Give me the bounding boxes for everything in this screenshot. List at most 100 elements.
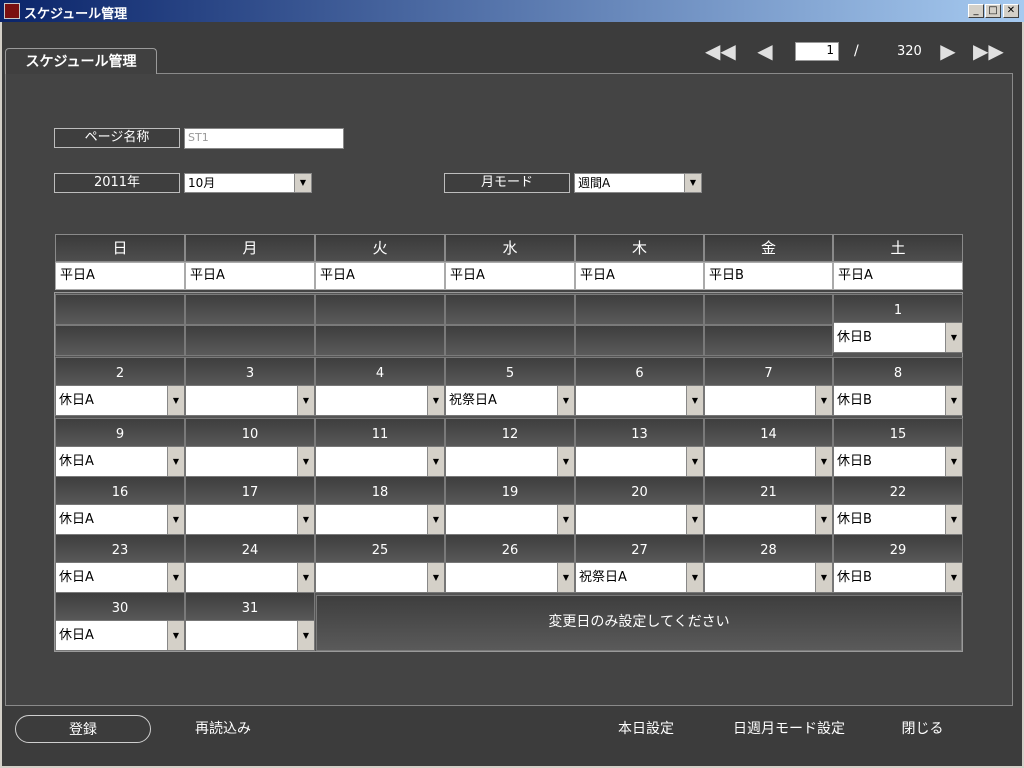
day-number: 4 (315, 357, 445, 388)
chevron-down-icon[interactable]: ▼ (945, 386, 962, 415)
day-schedule-select[interactable]: ▼ (575, 504, 704, 535)
mode-setting-button[interactable]: 日週月モード設定 (722, 715, 856, 743)
chevron-down-icon[interactable]: ▼ (686, 563, 703, 592)
chevron-down-icon[interactable]: ▼ (945, 505, 962, 534)
today-setting-button[interactable]: 本日設定 (606, 715, 686, 743)
chevron-down-icon[interactable]: ▼ (427, 505, 444, 534)
day-schedule-value: 休日A (59, 393, 94, 408)
chevron-down-icon[interactable]: ▼ (297, 505, 314, 534)
chevron-down-icon[interactable]: ▼ (427, 386, 444, 415)
chevron-down-icon[interactable]: ▼ (945, 563, 962, 592)
day-schedule-select[interactable]: ▼ (315, 504, 445, 535)
chevron-down-icon[interactable]: ▼ (427, 563, 444, 592)
title-bar: スケジュール管理 _ □ ✕ (0, 0, 1024, 22)
day-schedule-value: 休日B (837, 570, 872, 585)
chevron-down-icon[interactable]: ▼ (815, 505, 832, 534)
window-title: スケジュール管理 (24, 7, 128, 22)
month-select[interactable]: 10月 ▼ (184, 173, 312, 193)
chevron-down-icon[interactable]: ▼ (557, 563, 574, 592)
day-schedule-value: 休日A (59, 628, 94, 643)
chevron-down-icon[interactable]: ▼ (557, 386, 574, 415)
tab-schedule[interactable]: スケジュール管理 (5, 48, 157, 74)
chevron-down-icon[interactable]: ▼ (427, 447, 444, 476)
day-schedule-select[interactable]: 休日A ▼ (55, 620, 185, 651)
chevron-down-icon[interactable]: ▼ (297, 621, 314, 650)
day-schedule-select[interactable]: 休日A ▼ (55, 385, 185, 416)
close-window-button[interactable]: ✕ (1003, 4, 1019, 18)
day-schedule-select[interactable]: 休日B ▼ (833, 446, 963, 477)
chevron-down-icon[interactable]: ▼ (167, 621, 184, 650)
weekday-header-0: 日 (55, 234, 185, 262)
day-number: 5 (445, 357, 575, 388)
minimize-button[interactable]: _ (968, 4, 984, 18)
weekday-header-6: 土 (833, 234, 963, 262)
chevron-down-icon[interactable]: ▼ (815, 563, 832, 592)
day-schedule-select[interactable]: 休日A ▼ (55, 504, 185, 535)
day-schedule-select[interactable]: ▼ (185, 446, 315, 477)
register-button[interactable]: 登録 (15, 715, 151, 743)
chevron-down-icon[interactable]: ▼ (815, 386, 832, 415)
day-schedule-select[interactable]: ▼ (315, 446, 445, 477)
chevron-down-icon[interactable]: ▼ (167, 563, 184, 592)
day-schedule-select[interactable]: ▼ (315, 385, 445, 416)
chevron-down-icon[interactable]: ▼ (686, 447, 703, 476)
day-schedule-select[interactable]: ▼ (575, 385, 704, 416)
chevron-down-icon[interactable]: ▼ (945, 323, 962, 352)
app-icon (4, 3, 20, 19)
day-number: 12 (445, 418, 575, 449)
day-schedule-select[interactable]: 休日B ▼ (833, 322, 963, 353)
prev-page-icon[interactable]: ◀ (752, 40, 778, 62)
reload-button[interactable]: 再読込み (183, 715, 263, 743)
chevron-down-icon[interactable]: ▼ (297, 563, 314, 592)
chevron-down-icon[interactable]: ▼ (167, 447, 184, 476)
day-schedule-select[interactable]: 休日B ▼ (833, 562, 963, 593)
chevron-down-icon[interactable]: ▼ (294, 174, 311, 192)
day-schedule-select[interactable]: 休日A ▼ (55, 562, 185, 593)
day-schedule-select[interactable]: 祝祭日A ▼ (575, 562, 704, 593)
next-page-icon[interactable]: ▶ (935, 40, 961, 62)
page-name-field[interactable]: ST1 (184, 128, 344, 149)
day-schedule-select[interactable]: ▼ (185, 562, 315, 593)
day-schedule-select[interactable]: ▼ (185, 504, 315, 535)
day-number: 25 (315, 534, 445, 565)
chevron-down-icon[interactable]: ▼ (557, 505, 574, 534)
day-schedule-value: 休日A (59, 570, 94, 585)
day-schedule-select[interactable]: ▼ (575, 446, 704, 477)
day-schedule-select[interactable]: 休日B ▼ (833, 504, 963, 535)
day-schedule-select[interactable]: ▼ (704, 562, 833, 593)
day-schedule-value: 休日B (837, 454, 872, 469)
day-schedule-select[interactable]: ▼ (445, 562, 575, 593)
chevron-down-icon[interactable]: ▼ (167, 386, 184, 415)
chevron-down-icon[interactable]: ▼ (297, 386, 314, 415)
calendar-empty-cell (445, 294, 575, 325)
day-schedule-value: 休日B (837, 393, 872, 408)
day-schedule-select[interactable]: ▼ (704, 385, 833, 416)
weekday-default-0: 平日A (55, 262, 185, 290)
close-button[interactable]: 閉じる (885, 715, 960, 743)
chevron-down-icon[interactable]: ▼ (686, 505, 703, 534)
day-schedule-select[interactable]: ▼ (445, 446, 575, 477)
day-schedule-select[interactable]: 休日A ▼ (55, 446, 185, 477)
day-schedule-select[interactable]: ▼ (445, 504, 575, 535)
day-schedule-select[interactable]: 祝祭日A ▼ (445, 385, 575, 416)
chevron-down-icon[interactable]: ▼ (945, 447, 962, 476)
chevron-down-icon[interactable]: ▼ (167, 505, 184, 534)
chevron-down-icon[interactable]: ▼ (557, 447, 574, 476)
chevron-down-icon[interactable]: ▼ (297, 447, 314, 476)
chevron-down-icon[interactable]: ▼ (815, 447, 832, 476)
chevron-down-icon[interactable]: ▼ (684, 174, 701, 192)
day-schedule-select[interactable]: ▼ (185, 385, 315, 416)
mode-select[interactable]: 週間A ▼ (574, 173, 702, 193)
day-schedule-select[interactable]: ▼ (315, 562, 445, 593)
last-page-icon[interactable]: ▶▶ (973, 40, 1004, 62)
day-number: 30 (55, 592, 185, 623)
day-schedule-select[interactable]: 休日B ▼ (833, 385, 963, 416)
page-number-input[interactable]: 1 (795, 42, 839, 61)
day-schedule-select[interactable]: ▼ (185, 620, 315, 651)
first-page-icon[interactable]: ◀◀ (705, 40, 736, 62)
calendar-empty-cell (445, 325, 575, 356)
day-schedule-select[interactable]: ▼ (704, 504, 833, 535)
day-schedule-select[interactable]: ▼ (704, 446, 833, 477)
chevron-down-icon[interactable]: ▼ (686, 386, 703, 415)
maximize-button[interactable]: □ (985, 4, 1001, 18)
